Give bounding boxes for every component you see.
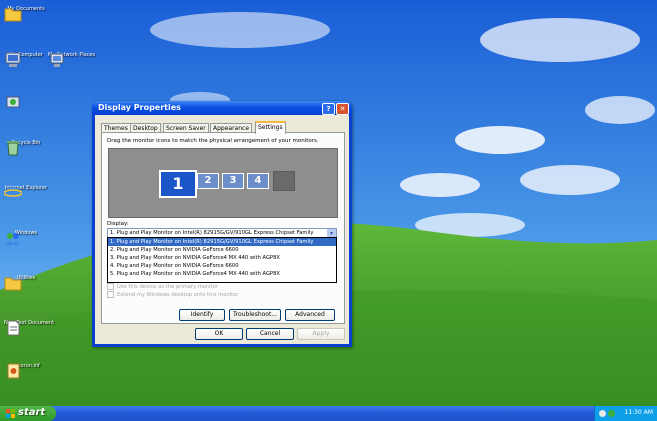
tray-security-icon[interactable] — [608, 410, 615, 417]
tab-settings[interactable]: Settings — [255, 121, 286, 134]
window-client-area: Themes Desktop Screen Saver Appearance S… — [95, 115, 349, 344]
close-button[interactable]: ✕ — [336, 103, 349, 115]
computer-icon — [5, 52, 21, 67]
recycle-bin-icon — [7, 141, 19, 156]
monitor-3[interactable]: 3 — [222, 173, 244, 189]
display-option-4[interactable]: 4. Plug and Play Monitor on NVIDIA GeFor… — [108, 262, 336, 270]
monitor-2[interactable]: 2 — [197, 173, 219, 189]
primary-monitor-label: Use this device as the primary monitor — [117, 284, 219, 290]
display-label: Display: — [107, 221, 129, 227]
network-icon — [50, 53, 64, 67]
internet-explorer-icon — [4, 187, 22, 199]
system-tray: 11:30 AM — [594, 406, 657, 421]
desktop-icon-msn[interactable]: Windows — [4, 230, 48, 245]
start-button[interactable]: start — [0, 406, 56, 421]
desktop-icon-new-text-document[interactable]: New Text Document — [4, 320, 54, 336]
display-option-5[interactable]: 5. Plug and Play Monitor on NVIDIA GeFor… — [108, 270, 336, 278]
tray-clock: 11:30 AM — [624, 409, 653, 416]
primary-monitor-checkbox[interactable]: Use this device as the primary monitor — [107, 283, 218, 290]
desktop-icon-utilities[interactable]: Utilities — [4, 275, 48, 291]
monitor-arrangement-area: 1 2 3 4 — [108, 148, 338, 218]
desktop-icon-autorun[interactable]: autorun.inf — [4, 363, 48, 379]
folder-icon — [4, 277, 22, 291]
desktop-icon-recycle-bin[interactable]: Recycle Bin — [4, 140, 48, 156]
desktop-icon-my-documents[interactable]: My Documents — [4, 6, 48, 22]
extend-desktop-checkbox[interactable]: Extend my Windows desktop onto this moni… — [107, 291, 238, 298]
monitor-5[interactable] — [273, 171, 295, 191]
window-titlebar[interactable]: Display Properties ? ✕ — [92, 101, 352, 115]
desktop-icon-internet-explorer[interactable]: Internet Explorer — [4, 185, 48, 199]
advanced-button[interactable]: Advanced — [285, 309, 335, 321]
checkbox-box — [107, 291, 114, 298]
windows-logo-icon — [6, 409, 15, 418]
monitor-4[interactable]: 4 — [247, 173, 269, 189]
troubleshoot-button[interactable]: Troubleshoot... — [229, 309, 281, 321]
window-title: Display Properties — [98, 103, 181, 112]
start-label: start — [18, 407, 46, 418]
desktop-icon-my-network-places[interactable]: My Network Places — [48, 52, 95, 67]
tray-network-icon[interactable] — [599, 410, 606, 417]
checkbox-box — [107, 283, 114, 290]
help-button[interactable]: ? — [322, 103, 335, 115]
display-dropdown-list: 1. Plug and Play Monitor on Intel(R) 829… — [107, 237, 337, 283]
ok-button[interactable]: OK — [195, 328, 243, 340]
folder-icon — [4, 8, 22, 22]
msn-icon — [6, 233, 20, 245]
apply-button[interactable]: Apply — [297, 328, 345, 340]
taskbar: start 11:30 AM — [0, 406, 657, 421]
text-document-icon — [7, 320, 20, 336]
instruction-text: Drag the monitor icons to match the phys… — [107, 138, 319, 144]
display-option-1[interactable]: 1. Plug and Play Monitor on Intel(R) 829… — [108, 238, 336, 246]
cancel-button[interactable]: Cancel — [246, 328, 294, 340]
desktop-icon-my-computer[interactable]: My Computer — [4, 52, 48, 67]
display-select-value: 1. Plug and Play Monitor on Intel(R) 829… — [110, 230, 314, 236]
extend-desktop-label: Extend my Windows desktop onto this moni… — [117, 292, 239, 298]
windows-update-icon — [6, 96, 20, 108]
settings-panel: Drag the monitor icons to match the phys… — [101, 132, 345, 324]
display-option-2[interactable]: 2. Plug and Play Monitor on NVIDIA GeFor… — [108, 246, 336, 254]
settings-file-icon — [7, 363, 20, 379]
identify-button[interactable]: Identify — [179, 309, 225, 321]
display-properties-window: Display Properties ? ✕ Themes Desktop Sc… — [92, 101, 352, 347]
monitor-1[interactable]: 1 — [159, 170, 197, 198]
display-option-3[interactable]: 3. Plug and Play Monitor on NVIDIA GeFor… — [108, 254, 336, 262]
